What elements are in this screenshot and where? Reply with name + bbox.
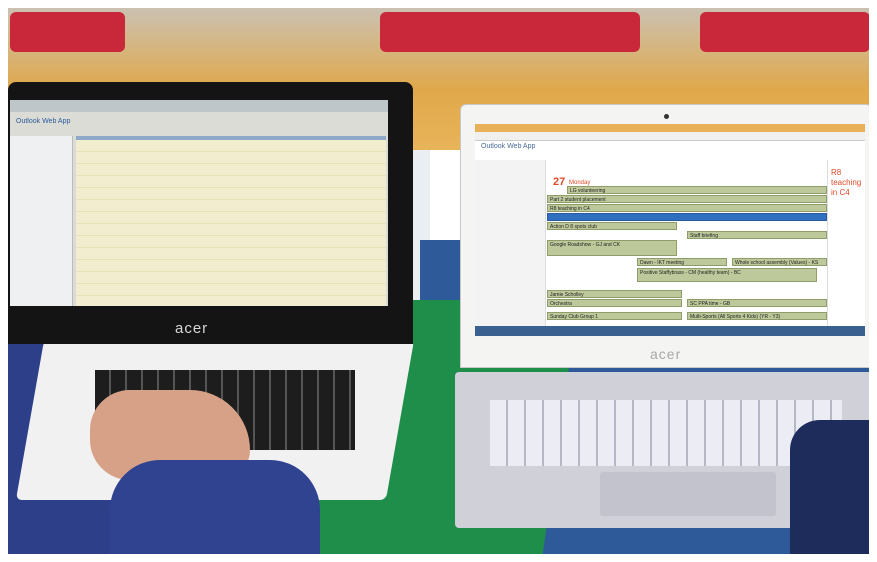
red-chair [380, 12, 640, 52]
calendar-event: Google Roadshow - GJ and CK [547, 240, 677, 256]
event-list: LG volunteering Part 2 student placement… [547, 186, 827, 322]
taskbar [475, 326, 865, 336]
calendar-event: R8 teaching in C4 [547, 204, 827, 212]
calendar-sidebar [10, 136, 73, 306]
red-chair [10, 12, 125, 52]
laptop-logo: acer [175, 320, 209, 337]
calendar-event: Multi-Sports (All Sports 4 Kids) (YR - Y… [687, 312, 827, 320]
calendar-event: Orchestra [547, 299, 682, 307]
window-titlebar [475, 124, 865, 132]
calendar-event: SC PPA time - GB [687, 299, 827, 307]
trackpad [600, 472, 776, 516]
calendar-event: Sunday Club Group 1 [547, 312, 682, 320]
calendar-event: Staff briefing [687, 231, 827, 239]
side-note: R8 teaching in C4 [831, 168, 862, 197]
person-shoulder [790, 420, 877, 562]
browser-chrome [10, 100, 388, 112]
calendar-event: LG volunteering [567, 186, 827, 194]
right-laptop-display: Outlook Web App 27 Monday LG volunteerin… [475, 124, 865, 336]
app-title: Outlook Web App [16, 118, 71, 125]
left-laptop-display: Outlook Web App [10, 100, 388, 306]
webcam [664, 114, 669, 119]
calendar-event: Part 2 student placement [547, 195, 827, 203]
calendar-event: Positive Staffybrass - CM (healthy team)… [637, 268, 817, 282]
calendar-event: Jamie Scholley [547, 290, 682, 298]
calendar-event: Dawn - IKT meeting [637, 258, 727, 266]
calendar-sidebar [475, 160, 546, 326]
calendar-event-selected [547, 213, 827, 221]
photo-frame: Outlook Web App acer Outlook Web App 27 … [0, 0, 877, 562]
laptop-logo: acer [650, 346, 682, 362]
app-title: Outlook Web App [481, 143, 536, 150]
calendar-grid [76, 140, 386, 306]
red-chair [700, 12, 870, 52]
address-bar [475, 132, 865, 141]
person-sleeve [110, 460, 320, 562]
calendar-event: Action D 8 spots club [547, 222, 677, 230]
calendar-event: Whole school assembly (Values) - KS [732, 258, 827, 266]
